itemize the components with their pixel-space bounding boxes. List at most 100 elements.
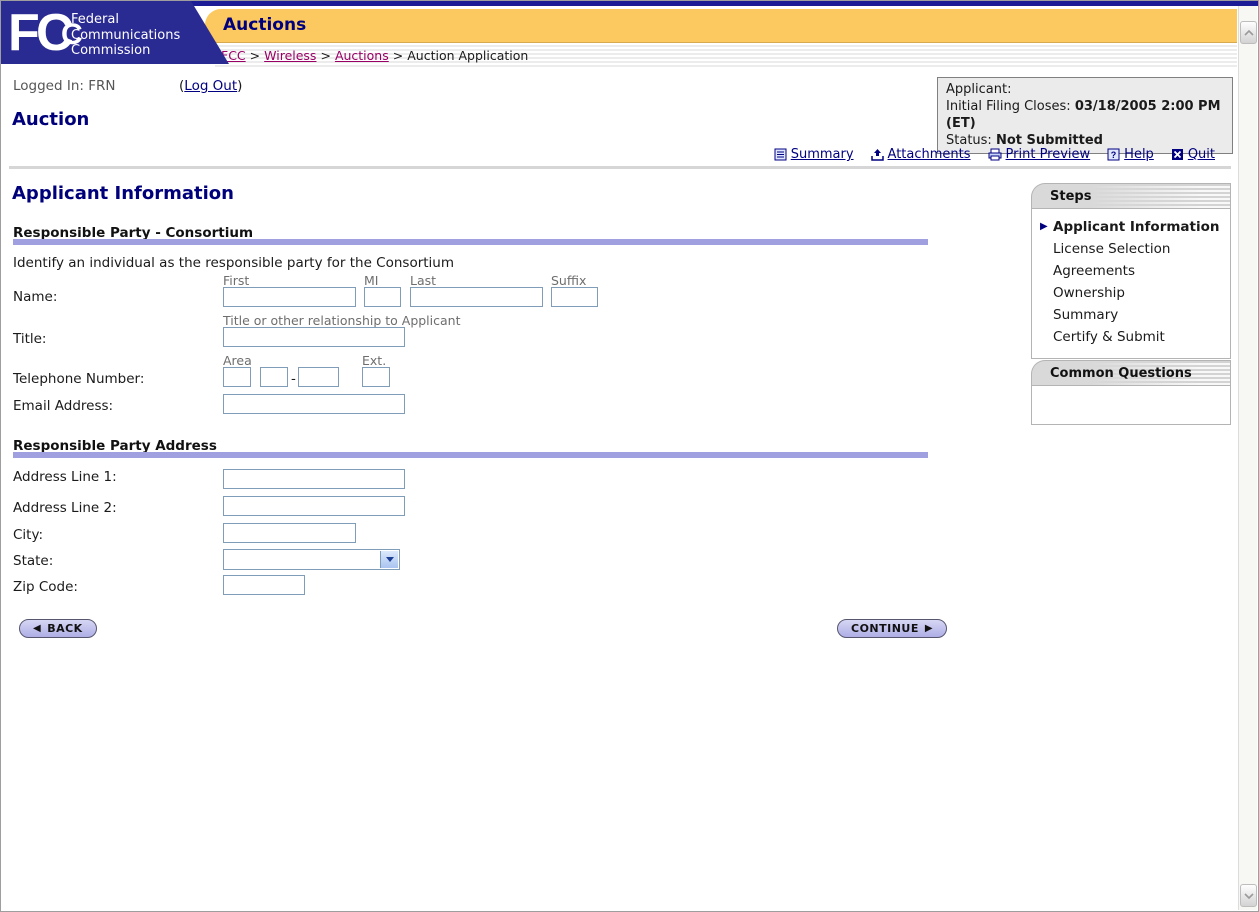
back-button-label: BACK (47, 622, 83, 635)
ext-field[interactable] (362, 367, 390, 387)
fcc-logo: F C C Federal Communications Commission (1, 1, 241, 64)
toolbar-quit[interactable]: Quit (1171, 147, 1215, 162)
last-name-field[interactable] (410, 287, 543, 307)
applicant-status-box: Applicant: Initial Filing Closes: 03/18/… (937, 77, 1233, 154)
status-badge: Not Submitted (995, 133, 1103, 148)
area-code-hint: Area (223, 353, 252, 368)
chevron-up-icon (1243, 29, 1254, 36)
breadcrumb-strip: FCC > Wireless > Auctions > Auction Applicatio… (215, 43, 1237, 68)
svg-text:?: ? (1111, 150, 1117, 160)
telephone-label: Telephone Number: (13, 371, 145, 387)
step-ownership: Ownership (1032, 282, 1230, 304)
page: Auctions FCC > Wireless > Auctions > Auction A… (0, 0, 1259, 912)
status-label: Status: (946, 133, 992, 148)
email-field[interactable] (223, 394, 405, 414)
attachments-link[interactable]: Attachments (888, 147, 971, 162)
toolbar-print-preview[interactable]: Print Preview (988, 147, 1091, 162)
quit-link[interactable]: Quit (1188, 147, 1215, 162)
logout-link[interactable]: Log Out (184, 78, 237, 94)
back-button[interactable]: ◀ BACK (19, 619, 97, 638)
toolbar-attachments[interactable]: Attachments (870, 147, 971, 162)
dropdown-arrow-icon[interactable] (380, 551, 398, 568)
last-name-hint: Last (410, 273, 437, 288)
step-label: Applicant Information (1053, 219, 1220, 235)
suffix-field[interactable] (551, 287, 598, 307)
chevron-down-icon (1243, 892, 1254, 899)
back-arrow-icon: ◀ (33, 623, 42, 634)
step-license-selection: License Selection (1032, 238, 1230, 260)
address1-label: Address Line 1: (13, 469, 117, 485)
continue-button[interactable]: CONTINUE ▶ (837, 619, 948, 638)
filing-closes-label: Initial Filing Closes: (946, 99, 1071, 114)
help-icon: ? (1107, 148, 1120, 161)
name-label: Name: (13, 289, 58, 305)
breadcrumb-separator: > (249, 48, 261, 63)
app-title-bar: Auctions (205, 9, 1237, 43)
phone-separator: - (291, 371, 296, 387)
page-title: Auction (12, 109, 90, 130)
city-label: City: (13, 527, 44, 543)
zip-field[interactable] (223, 575, 305, 595)
logged-in-label: Logged In: FRN (13, 78, 116, 94)
zip-label: Zip Code: (13, 579, 78, 595)
address2-field[interactable] (223, 496, 405, 516)
logout: (Log Out) (179, 78, 242, 94)
scroll-down-button[interactable] (1240, 884, 1257, 907)
address1-field[interactable] (223, 469, 405, 489)
area-code-field[interactable] (223, 367, 251, 387)
step-certify-submit: Certify & Submit (1032, 326, 1230, 348)
mi-hint: MI (364, 273, 379, 288)
step-label: Ownership (1053, 285, 1125, 301)
filing-closes-line: Initial Filing Closes: 03/18/2005 2:00 P… (946, 98, 1224, 132)
summary-link[interactable]: Summary (791, 147, 854, 162)
fcc-org-name: Federal Communications Commission (71, 12, 180, 59)
breadcrumb: FCC > Wireless > Auctions > Auction Applicatio… (215, 43, 1237, 68)
applicant-line: Applicant: (946, 82, 1012, 97)
title-hint: Title or other relationship to Applicant (223, 313, 461, 328)
step-applicant-information: ▶ Applicant Information (1032, 216, 1230, 238)
city-field[interactable] (223, 523, 356, 543)
first-name-field[interactable] (223, 287, 356, 307)
continue-button-label: CONTINUE (851, 622, 919, 635)
toolbar: Summary Attachments Print Preview ? Help… (774, 147, 1215, 162)
steps-panel: Steps ▶ Applicant Information License Se… (1031, 183, 1231, 359)
continue-arrow-icon: ▶ (924, 623, 934, 634)
scroll-up-button[interactable] (1240, 21, 1257, 44)
print-preview-link[interactable]: Print Preview (1006, 147, 1091, 162)
summary-icon (774, 148, 787, 161)
phone-prefix-field[interactable] (260, 367, 288, 387)
section-bar (13, 239, 928, 245)
step-agreements: Agreements (1032, 260, 1230, 282)
help-link[interactable]: Help (1124, 147, 1154, 162)
fcc-org-line1: Federal (71, 12, 119, 27)
common-questions-title: Common Questions (1031, 360, 1231, 385)
email-label: Email Address: (13, 398, 114, 414)
attachments-icon (870, 149, 884, 161)
main-heading: Applicant Information (12, 183, 234, 204)
step-summary: Summary (1032, 304, 1230, 326)
breadcrumb-link-wireless[interactable]: Wireless (264, 48, 316, 63)
header-divider (9, 166, 1231, 169)
toolbar-summary[interactable]: Summary (774, 147, 854, 162)
state-label: State: (13, 553, 54, 569)
step-label: Summary (1053, 307, 1119, 323)
section-bar (13, 452, 928, 458)
vertical-scrollbar[interactable] (1238, 6, 1257, 910)
active-step-marker-icon: ▶ (1040, 221, 1048, 232)
fcc-logo-letter-f: F (8, 4, 40, 62)
title-field[interactable] (223, 327, 405, 347)
state-select[interactable] (223, 549, 400, 570)
phone-line-field[interactable] (298, 367, 339, 387)
quit-icon (1171, 149, 1183, 160)
breadcrumb-link-auctions[interactable]: Auctions (335, 48, 389, 63)
common-questions-panel: Common Questions (1031, 360, 1231, 425)
fcc-org-line2: Communications (71, 27, 181, 43)
breadcrumb-separator: > (392, 48, 404, 63)
print-preview-icon (988, 148, 1002, 161)
section-intro: Identify an individual as the responsibl… (13, 255, 455, 271)
first-name-hint: First (223, 273, 250, 288)
suffix-hint: Suffix (551, 273, 587, 288)
title-label: Title: (13, 331, 47, 347)
mi-field[interactable] (364, 287, 401, 307)
toolbar-help[interactable]: ? Help (1107, 147, 1154, 162)
